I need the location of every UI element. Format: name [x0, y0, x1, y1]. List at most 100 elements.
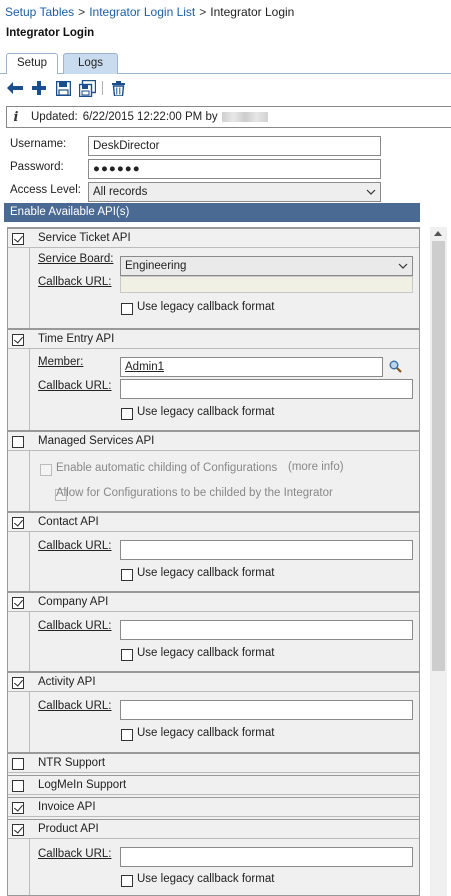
invoice-api-checkbox[interactable] [12, 802, 24, 814]
contact-legacy-checkbox[interactable] [121, 569, 133, 581]
save-and-new-icon[interactable] [78, 79, 96, 97]
service-ticket-legacy-label: Use legacy callback format [137, 301, 275, 313]
contact-api-body: Callback URL: Use legacy callback format [8, 532, 419, 592]
activity-api-title: Activity API [38, 676, 96, 688]
page-title: Integrator Login [6, 27, 95, 39]
breadcrumb-integrator-login-list-link[interactable]: Integrator Login List [89, 5, 195, 19]
activity-api-header: Activity API [8, 672, 419, 692]
time-entry-api-header: Time Entry API [8, 329, 419, 349]
member-input[interactable]: Admin1 [120, 357, 383, 377]
time-entry-api-checkbox[interactable] [12, 334, 24, 346]
time-entry-callback-input[interactable] [120, 379, 413, 399]
activity-legacy-label: Use legacy callback format [137, 727, 275, 739]
username-label: Username: [10, 138, 67, 150]
product-api-title: Product API [38, 823, 99, 835]
service-board-value: Engineering [125, 260, 187, 272]
time-entry-api-title: Time Entry API [38, 333, 115, 345]
time-entry-legacy-label: Use legacy callback format [137, 406, 275, 418]
contact-api-header: Contact API [8, 512, 419, 532]
service-ticket-legacy-checkbox[interactable] [121, 303, 133, 315]
scroll-up-arrow-icon[interactable] [434, 231, 442, 236]
password-input[interactable]: ●●●●●● [88, 159, 381, 179]
company-legacy-checkbox[interactable] [121, 649, 133, 661]
company-api-checkbox[interactable] [12, 597, 24, 609]
auto-childing-checkbox[interactable] [40, 464, 52, 476]
service-ticket-api-body: Service Board: Engineering Callback URL:… [8, 248, 419, 329]
product-api-header: Product API [8, 819, 419, 839]
service-board-select[interactable]: Engineering [120, 256, 413, 276]
contact-callback-input[interactable] [120, 540, 413, 560]
updated-label: Updated: [31, 111, 78, 123]
contact-api-title: Contact API [38, 516, 99, 528]
managed-services-api-title: Managed Services API [38, 435, 155, 447]
breadcrumb-setup-tables-link[interactable]: Setup Tables [5, 5, 74, 19]
access-level-value: All records [93, 186, 148, 198]
api-section-header: Enable Available API(s) [4, 203, 420, 222]
access-level-label: Access Level: [10, 184, 81, 196]
tab-logs[interactable]: Logs [63, 53, 118, 74]
search-icon[interactable] [389, 360, 402, 373]
member-label[interactable]: Member: [38, 356, 83, 368]
company-api-header: Company API [8, 592, 419, 612]
invoice-api-title: Invoice API [38, 801, 96, 813]
breadcrumb-separator: > [199, 5, 207, 19]
product-api-checkbox[interactable] [12, 824, 24, 836]
more-info-link[interactable]: (more info) [288, 461, 344, 473]
service-ticket-api-title: Service Ticket API [38, 232, 131, 244]
activity-legacy-checkbox[interactable] [121, 729, 133, 741]
invoice-api-header: Invoice API [8, 797, 419, 817]
save-icon[interactable] [54, 79, 72, 97]
company-legacy-label: Use legacy callback format [137, 647, 275, 659]
logmein-support-header: LogMeIn Support [8, 775, 419, 795]
breadcrumb: Setup Tables > Integrator Login List > Integ… [5, 5, 294, 19]
access-level-select[interactable]: All records [88, 182, 381, 202]
contact-legacy-label: Use legacy callback format [137, 567, 275, 579]
add-icon[interactable] [30, 79, 48, 97]
delete-icon[interactable] [109, 79, 127, 97]
company-callback-input[interactable] [120, 620, 413, 640]
toolbar-divider [102, 81, 103, 95]
breadcrumb-separator: > [78, 5, 86, 19]
service-ticket-api-checkbox[interactable] [12, 233, 24, 245]
back-arrow-icon[interactable] [6, 79, 24, 97]
product-legacy-label: Use legacy callback format [137, 873, 275, 885]
product-legacy-checkbox[interactable] [121, 875, 133, 887]
toolbar [6, 76, 446, 100]
managed-services-api-checkbox[interactable] [12, 436, 24, 448]
logmein-support-checkbox[interactable] [12, 780, 24, 792]
company-callback-label: Callback URL: [38, 620, 112, 632]
logmein-support-title: LogMeIn Support [38, 779, 127, 791]
service-board-label[interactable]: Service Board: [38, 253, 113, 265]
api-panel: Service Ticket API Service Board: Engine… [7, 227, 420, 896]
product-callback-label: Callback URL: [38, 848, 112, 860]
contact-callback-label: Callback URL: [38, 540, 112, 552]
scrollbar-thumb[interactable] [432, 241, 445, 671]
company-api-title: Company API [38, 596, 109, 608]
info-icon: i [13, 109, 19, 125]
tab-setup[interactable]: Setup [6, 53, 58, 74]
chevron-down-icon [398, 263, 408, 269]
activity-callback-input[interactable] [120, 700, 413, 720]
updated-value: 6/22/2015 12:22:00 PM by [82, 111, 218, 123]
scrollbar[interactable] [430, 227, 447, 896]
ntr-support-checkbox[interactable] [12, 758, 24, 770]
product-api-body: Callback URL: Use legacy callback format [8, 839, 419, 895]
redacted-user [221, 112, 268, 122]
time-entry-legacy-checkbox[interactable] [121, 408, 133, 420]
managed-services-api-body: Enable automatic childing of Configurati… [8, 451, 419, 512]
managed-services-api-header: Managed Services API [8, 431, 419, 451]
contact-api-checkbox[interactable] [12, 517, 24, 529]
auto-childing-label: Enable automatic childing of Configurati… [56, 462, 278, 474]
time-entry-api-body: Member: Admin1 Callback URL: Use legacy … [8, 349, 419, 431]
service-ticket-callback-label: Callback URL: [38, 276, 112, 288]
time-entry-callback-label: Callback URL: [38, 380, 112, 392]
breadcrumb-current: Integrator Login [210, 5, 295, 19]
allow-childing-label: Allow for Configurations to be childed b… [56, 487, 333, 499]
username-input[interactable]: DeskDirector [88, 136, 381, 156]
service-ticket-callback-input[interactable] [120, 276, 413, 293]
activity-api-checkbox[interactable] [12, 677, 24, 689]
company-api-body: Callback URL: Use legacy callback format [8, 612, 419, 672]
updated-info-bar: i Updated: 6/22/2015 12:22:00 PM by [6, 106, 451, 128]
activity-api-body: Callback URL: Use legacy callback format [8, 692, 419, 753]
product-callback-input[interactable] [120, 847, 413, 867]
